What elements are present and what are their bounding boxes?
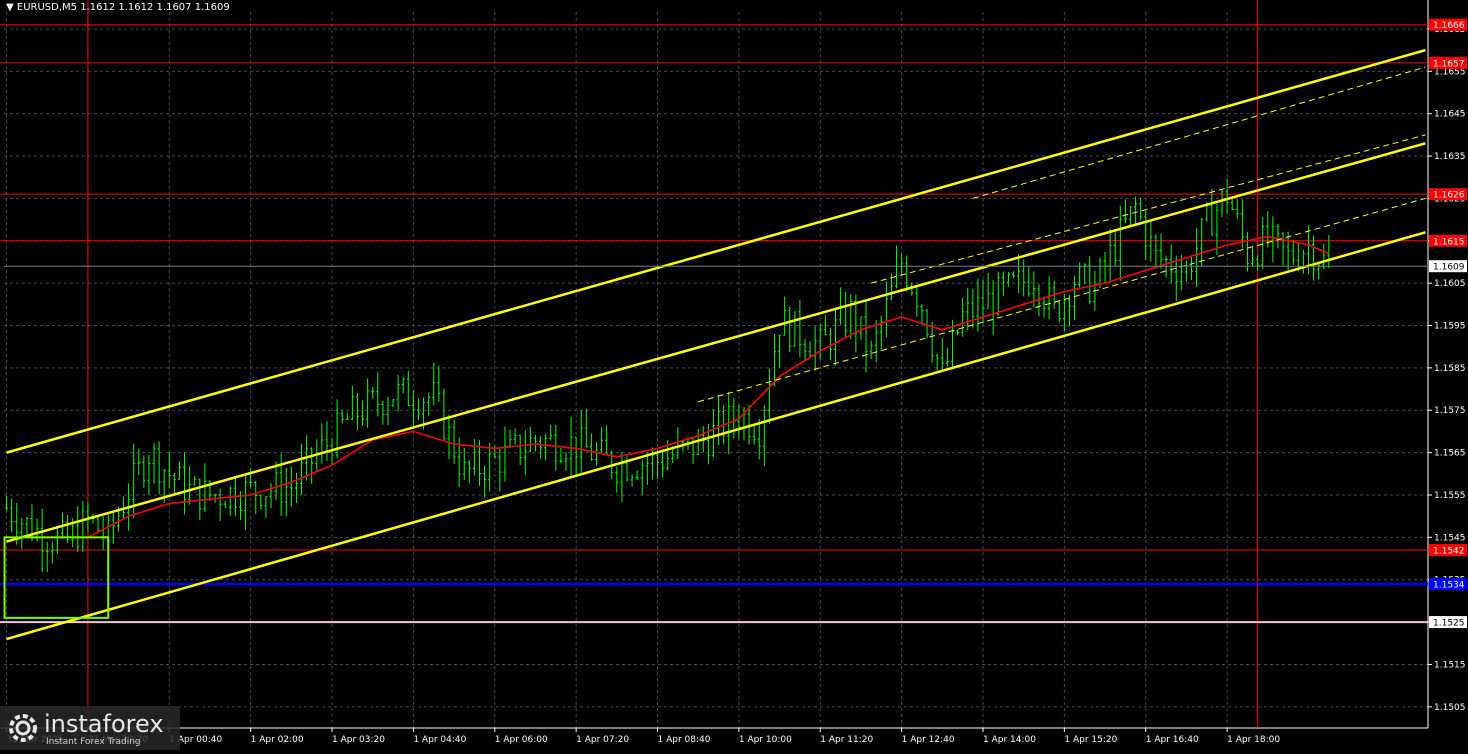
x-tick-label: 1 Apr 14:00: [983, 735, 1036, 745]
chart-root: 1.15051.15151.15251.15351.15451.15551.15…: [0, 0, 1468, 750]
x-tick-label: 1 Apr 16:40: [1146, 735, 1199, 745]
symbol-label: EURUSD,M5: [16, 2, 78, 13]
y-tick-label: 1.1575: [1434, 406, 1466, 416]
x-tick-label: 1 Apr 10:00: [739, 735, 792, 745]
price-chart: 1.15051.15151.15251.15351.15451.15551.15…: [0, 0, 1467, 745]
level-price-label: 1.1615: [1433, 237, 1465, 247]
x-tick-label: 1 Apr 02:00: [251, 735, 304, 745]
x-tick-label: 1 Apr 06:00: [495, 735, 548, 745]
x-tick-label: 1 Apr 18:00: [1227, 735, 1280, 745]
y-tick-label: 1.1515: [1434, 660, 1466, 670]
y-tick-label: 1.1565: [1434, 449, 1466, 459]
level-price-label: 1.1542: [1433, 547, 1465, 557]
brand-name: instaforex: [44, 710, 164, 738]
current-price-label: 1.1609: [1433, 263, 1465, 273]
x-tick-label: 1 Apr 07:20: [576, 735, 629, 745]
level-price-label: 1.1534: [1433, 580, 1465, 590]
x-tick-label: 1 Apr 15:20: [1064, 735, 1117, 745]
y-tick-label: 1.1585: [1434, 364, 1466, 374]
highlight-box: [3, 536, 110, 619]
channel-line-dashed: [698, 197, 1426, 403]
x-tick-label: 1 Apr 08:40: [658, 735, 711, 745]
level-price-label: 1.1525: [1433, 619, 1465, 629]
brand-tagline: Instant Forex Trading: [46, 737, 141, 747]
ohlc-label: 1.1612 1.1612 1.1607 1.1609: [80, 2, 230, 13]
y-tick-label: 1.1505: [1434, 703, 1466, 713]
x-tick-label: 1 Apr 04:40: [413, 735, 466, 745]
watermark: instaforex Instant Forex Trading: [0, 706, 180, 750]
channel-line-dashed: [972, 66, 1426, 199]
channel-line-dashed: [870, 134, 1426, 284]
y-tick-label: 1.1545: [1434, 533, 1466, 543]
level-price-label: 1.1657: [1433, 59, 1465, 69]
dropdown-triangle-icon[interactable]: ▼: [6, 2, 14, 13]
x-tick-label: 1 Apr 12:40: [902, 735, 955, 745]
x-tick-label: 1 Apr 03:20: [332, 735, 385, 745]
y-tick-label: 1.1635: [1434, 152, 1466, 162]
y-tick-label: 1.1595: [1434, 322, 1466, 332]
x-tick-label: 1 Apr 11:20: [820, 735, 873, 745]
level-price-label: 1.1626: [1433, 191, 1465, 201]
y-tick-label: 1.1645: [1434, 110, 1466, 120]
y-tick-label: 1.1555: [1434, 491, 1466, 501]
channel-line: [6, 231, 1426, 641]
level-price-label: 1.1666: [1433, 21, 1465, 31]
moving-average-line: [87, 235, 1330, 539]
channel-line: [6, 48, 1426, 454]
y-tick-label: 1.1605: [1434, 279, 1466, 289]
chart-header: ▼ EURUSD,M5 1.1612 1.1612 1.1607 1.1609: [6, 2, 230, 13]
channel-line: [6, 142, 1426, 543]
gear-icon: [9, 714, 37, 742]
